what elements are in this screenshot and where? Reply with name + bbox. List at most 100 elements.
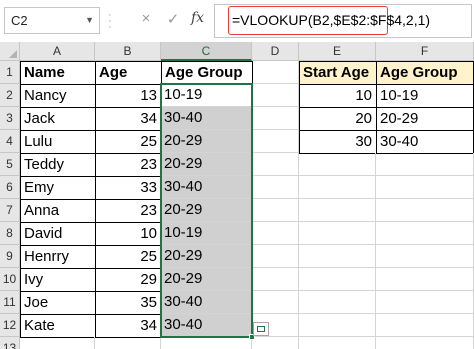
- cell-e3[interactable]: 20: [299, 107, 377, 131]
- cell-e1[interactable]: Start Age: [299, 61, 377, 85]
- row-header-12[interactable]: 12: [0, 314, 20, 337]
- cell-b2[interactable]: 13: [95, 84, 162, 108]
- cell-a13[interactable]: [20, 337, 95, 349]
- cell-d13[interactable]: [252, 337, 299, 349]
- column-header-b[interactable]: B: [95, 42, 161, 61]
- cell-c3[interactable]: 30-40: [161, 107, 252, 130]
- cell-e2[interactable]: 10: [299, 84, 377, 108]
- cell-c5[interactable]: 20-29: [161, 153, 252, 176]
- cell-f5[interactable]: [376, 153, 474, 176]
- row-header-13[interactable]: 13: [0, 337, 20, 349]
- cell-d9[interactable]: [252, 245, 299, 268]
- cell-c11[interactable]: 30-40: [161, 291, 252, 314]
- cell-a8[interactable]: David: [20, 222, 96, 246]
- row-header-4[interactable]: 4: [0, 130, 20, 153]
- cell-e8[interactable]: [299, 222, 376, 245]
- cell-a12[interactable]: Kate: [20, 314, 96, 338]
- row-header-7[interactable]: 7: [0, 199, 20, 222]
- column-header-e[interactable]: E: [299, 42, 376, 61]
- cell-f1[interactable]: Age Group: [376, 61, 474, 85]
- cell-d4[interactable]: [252, 130, 299, 153]
- cell-b11[interactable]: 35: [95, 291, 162, 315]
- column-header-f[interactable]: F: [376, 42, 474, 61]
- cell-f7[interactable]: [376, 199, 474, 222]
- name-box[interactable]: C2 ▼: [4, 7, 100, 34]
- cell-d5[interactable]: [252, 153, 299, 176]
- row-header-1[interactable]: 1: [0, 61, 20, 84]
- column-header-d[interactable]: D: [252, 42, 299, 61]
- row-header-3[interactable]: 3: [0, 107, 20, 130]
- cell-a2[interactable]: Nancy: [20, 84, 96, 108]
- row-header-9[interactable]: 9: [0, 245, 20, 268]
- row-header-8[interactable]: 8: [0, 222, 20, 245]
- cell-a10[interactable]: Ivy: [20, 268, 96, 292]
- cell-f8[interactable]: [376, 222, 474, 245]
- row-header-10[interactable]: 10: [0, 268, 20, 291]
- cell-e11[interactable]: [299, 291, 376, 314]
- quick-analysis-icon[interactable]: [253, 322, 269, 336]
- row-header-11[interactable]: 11: [0, 291, 20, 314]
- enter-icon[interactable]: ✓: [164, 10, 182, 28]
- cell-a5[interactable]: Teddy: [20, 153, 96, 177]
- insert-function-icon[interactable]: fx: [191, 10, 204, 26]
- column-header-c[interactable]: C: [161, 42, 252, 61]
- cell-e12[interactable]: [299, 314, 376, 337]
- cell-b7[interactable]: 23: [95, 199, 162, 223]
- cancel-icon[interactable]: ×: [137, 10, 155, 27]
- cell-b12[interactable]: 34: [95, 314, 162, 338]
- row-header-6[interactable]: 6: [0, 176, 20, 199]
- cell-d1[interactable]: [252, 61, 299, 84]
- cell-a11[interactable]: Joe: [20, 291, 96, 315]
- cell-c2[interactable]: 10-19: [161, 84, 252, 107]
- cell-c10[interactable]: 20-29: [161, 268, 252, 291]
- cell-d10[interactable]: [252, 268, 299, 291]
- cell-f10[interactable]: [376, 268, 474, 291]
- cell-b8[interactable]: 10: [95, 222, 162, 246]
- cell-a7[interactable]: Anna: [20, 199, 96, 223]
- cell-a3[interactable]: Jack: [20, 107, 96, 131]
- cell-b9[interactable]: 25: [95, 245, 162, 269]
- cell-f9[interactable]: [376, 245, 474, 268]
- cell-c1[interactable]: Age Group: [161, 61, 253, 85]
- cell-b1[interactable]: Age: [95, 61, 162, 85]
- cell-d8[interactable]: [252, 222, 299, 245]
- cell-b6[interactable]: 33: [95, 176, 162, 200]
- cell-e10[interactable]: [299, 268, 376, 291]
- cell-e9[interactable]: [299, 245, 376, 268]
- cell-c7[interactable]: 20-29: [161, 199, 252, 222]
- cell-e13[interactable]: [299, 337, 376, 349]
- cell-c8[interactable]: 10-19: [161, 222, 252, 245]
- cell-b13[interactable]: [95, 337, 161, 349]
- cell-e5[interactable]: [299, 153, 376, 176]
- cell-a6[interactable]: Emy: [20, 176, 96, 200]
- row-header-5[interactable]: 5: [0, 153, 20, 176]
- cell-a4[interactable]: Lulu: [20, 130, 96, 154]
- select-all-button[interactable]: [0, 42, 20, 61]
- cell-e4[interactable]: 30: [299, 130, 377, 154]
- cell-c13[interactable]: [161, 337, 252, 349]
- row-header-2[interactable]: 2: [0, 84, 20, 107]
- cell-b10[interactable]: 29: [95, 268, 162, 292]
- cell-c12[interactable]: 30-40: [161, 314, 252, 337]
- cell-c6[interactable]: 30-40: [161, 176, 252, 199]
- cell-f3[interactable]: 20-29: [376, 107, 474, 131]
- cell-d3[interactable]: [252, 107, 299, 130]
- cell-b4[interactable]: 25: [95, 130, 162, 154]
- cell-c9[interactable]: 20-29: [161, 245, 252, 268]
- cell-d7[interactable]: [252, 199, 299, 222]
- cell-c4[interactable]: 20-29: [161, 130, 252, 153]
- cell-f11[interactable]: [376, 291, 474, 314]
- cell-f2[interactable]: 10-19: [376, 84, 474, 108]
- cell-a9[interactable]: Henrry: [20, 245, 96, 269]
- cell-f12[interactable]: [376, 314, 474, 337]
- cell-b3[interactable]: 34: [95, 107, 162, 131]
- cell-a1[interactable]: Name: [20, 61, 96, 85]
- chevron-down-icon[interactable]: ▼: [85, 15, 94, 25]
- cell-b5[interactable]: 23: [95, 153, 162, 177]
- cell-f13[interactable]: [376, 337, 474, 349]
- column-header-a[interactable]: A: [20, 42, 95, 61]
- cell-f6[interactable]: [376, 176, 474, 199]
- cell-f4[interactable]: 30-40: [376, 130, 474, 154]
- cell-d11[interactable]: [252, 291, 299, 314]
- cell-e6[interactable]: [299, 176, 376, 199]
